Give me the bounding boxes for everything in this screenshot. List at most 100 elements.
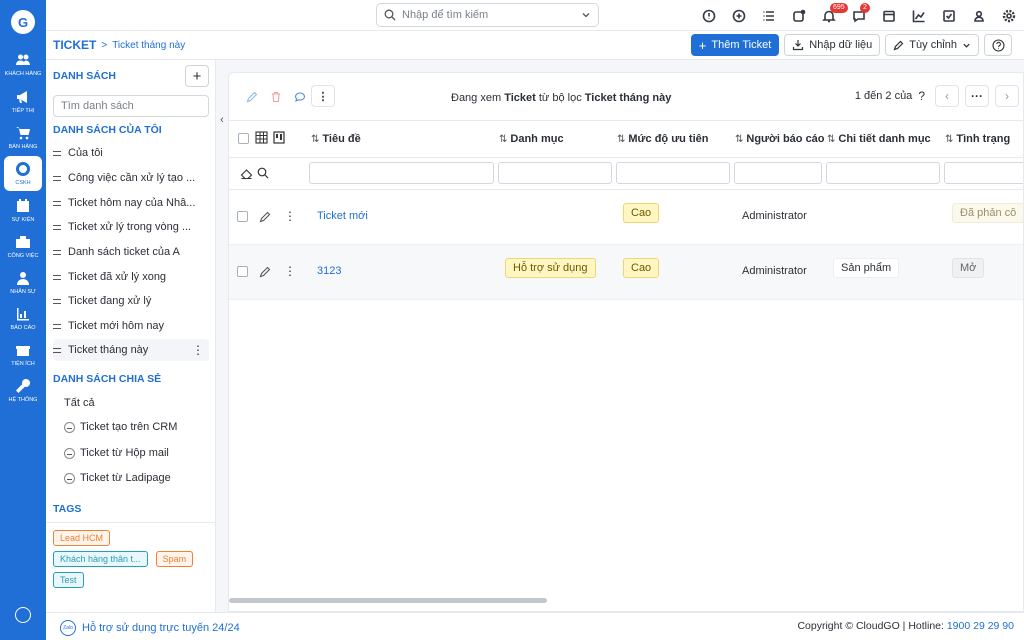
- global-search[interactable]: [376, 3, 599, 27]
- rail-item-he-thong[interactable]: Hệ thống: [0, 378, 46, 403]
- app-logo[interactable]: G: [11, 10, 35, 34]
- rail-item-su-kien[interactable]: Sự kiện: [0, 198, 46, 223]
- trend-icon[interactable]: [904, 0, 934, 31]
- user-icon[interactable]: [964, 0, 994, 31]
- status-badge: Mở: [952, 258, 985, 278]
- list-icon[interactable]: [754, 0, 784, 31]
- list-search-input[interactable]: [53, 95, 209, 117]
- column-priority[interactable]: ⇅ Mức độ ưu tiên: [617, 133, 708, 145]
- filter-detail-input[interactable]: [826, 162, 940, 184]
- select-all-checkbox[interactable]: [238, 133, 249, 144]
- search-icon[interactable]: [257, 167, 269, 179]
- table-row[interactable]: ⋮ Ticket mới Cao Administrator Đã phản c…: [229, 190, 1023, 245]
- my-list-item-active[interactable]: Ticket tháng này ⋮: [53, 339, 209, 361]
- rail-item-bao-cao[interactable]: Báo cáo: [0, 306, 46, 331]
- my-list-item[interactable]: Ticket xử lý trong vòng ...: [53, 216, 209, 238]
- comment-icon[interactable]: [288, 86, 312, 108]
- ticket-title-link[interactable]: Ticket mới: [317, 210, 368, 222]
- shared-list-all[interactable]: Tất cả: [64, 392, 95, 414]
- calendar-icon[interactable]: [874, 0, 904, 31]
- shared-list-item[interactable]: Ticket từ Ladipage: [64, 467, 171, 489]
- pencil-icon[interactable]: [259, 211, 271, 223]
- more-vertical-icon[interactable]: ⋮: [192, 343, 204, 357]
- view-info: Đang xem Ticket từ bộ lọc Ticket tháng n…: [451, 92, 672, 104]
- checkbox-icon[interactable]: [934, 0, 964, 31]
- list-section-title: DANH SÁCH: [53, 70, 116, 82]
- update-icon[interactable]: [784, 0, 814, 31]
- more-pages-button[interactable]: ···: [965, 85, 989, 107]
- column-category-detail[interactable]: ⇅ Chi tiết danh mục: [827, 133, 931, 145]
- shared-list-item[interactable]: Ticket tạo trên CRM: [64, 416, 177, 438]
- tag-chip[interactable]: Lead HCM: [53, 530, 111, 546]
- row-checkbox[interactable]: [237, 211, 248, 222]
- collapse-panel-icon[interactable]: ‹: [216, 108, 228, 132]
- hotline-link[interactable]: 1900 29 29 90: [947, 620, 1014, 632]
- gear-icon[interactable]: [994, 0, 1024, 31]
- chat-icon[interactable]: 2: [844, 0, 874, 31]
- import-data-button[interactable]: Nhập dữ liệu: [784, 34, 881, 56]
- rail-item-tiep-thi[interactable]: Tiếp thị: [0, 89, 46, 114]
- more-actions-button[interactable]: ⋮: [311, 85, 335, 107]
- breadcrumb: TICKET > Ticket tháng này: [53, 38, 185, 52]
- column-category[interactable]: ⇅ Danh mục: [499, 133, 564, 145]
- add-ticket-button[interactable]: + Thêm Ticket: [690, 34, 780, 56]
- bell-icon[interactable]: 695: [814, 0, 848, 31]
- my-list-item[interactable]: Ticket hôm nay của Nhâ...: [53, 192, 209, 214]
- rail-item-cong-viec[interactable]: Công việc: [0, 234, 46, 259]
- my-list-item[interactable]: Của tôi: [53, 142, 209, 164]
- my-list-item[interactable]: Ticket mới hôm nay: [53, 315, 209, 337]
- box-icon: [16, 346, 30, 356]
- rail-item-cskh[interactable]: CSKH: [4, 156, 42, 191]
- chevron-down-icon[interactable]: [581, 10, 591, 20]
- my-list-item[interactable]: Công việc cần xử lý tạo ...: [53, 167, 209, 189]
- edit-icon[interactable]: [240, 86, 264, 108]
- horizontal-scrollbar[interactable]: [229, 598, 547, 603]
- more-vertical-icon[interactable]: ⋮: [284, 264, 296, 278]
- column-status[interactable]: ⇅ Tình trạng: [945, 133, 1010, 145]
- ticket-title-link[interactable]: 3123: [317, 265, 341, 277]
- table-layout-icon[interactable]: [255, 131, 268, 144]
- eraser-icon[interactable]: [240, 168, 253, 180]
- my-list-item[interactable]: Danh sách ticket của A: [53, 241, 209, 263]
- my-list-item[interactable]: Ticket đang xử lý: [53, 290, 209, 312]
- column-toggle-icon[interactable]: [273, 131, 285, 144]
- trash-icon[interactable]: [264, 86, 288, 108]
- next-page-button[interactable]: ›: [995, 85, 1019, 107]
- rail-item-tien-ich[interactable]: Tiện ích: [0, 342, 46, 367]
- row-checkbox[interactable]: [237, 266, 248, 277]
- filter-status-input[interactable]: [944, 162, 1023, 184]
- breadcrumb-view[interactable]: Ticket tháng này: [112, 40, 185, 51]
- filter-reporter-input[interactable]: [734, 162, 822, 184]
- filter-title-input[interactable]: [309, 162, 494, 184]
- alert-icon[interactable]: [694, 0, 724, 31]
- add-list-button[interactable]: +: [185, 65, 209, 87]
- help-icon[interactable]: [15, 607, 31, 623]
- rail-item-nhan-su[interactable]: Nhân sự: [0, 270, 46, 295]
- pencil-icon[interactable]: [259, 266, 271, 278]
- total-unknown[interactable]: ?: [918, 89, 925, 103]
- help-button[interactable]: [984, 34, 1012, 56]
- customize-button[interactable]: Tùy chỉnh: [885, 34, 979, 56]
- column-title[interactable]: ⇅ Tiêu đề: [311, 133, 361, 145]
- add-circle-icon[interactable]: [724, 0, 754, 31]
- table-row[interactable]: ⋮ 3123 Hỗ trợ sử dụng Cao Administrator …: [229, 245, 1023, 300]
- tag-chip[interactable]: Khách hàng thân t...: [53, 551, 148, 567]
- more-vertical-icon[interactable]: ⋮: [284, 209, 296, 223]
- prev-page-button[interactable]: ‹: [935, 85, 959, 107]
- shared-list-item[interactable]: Ticket từ Hộp mail: [64, 442, 169, 464]
- plus-icon: +: [698, 37, 707, 53]
- tag-chip[interactable]: Test: [53, 572, 84, 588]
- tag-chip[interactable]: Spam: [155, 551, 194, 567]
- list-icon: [53, 224, 61, 230]
- rail-item-ban-hang[interactable]: Bán hàng: [0, 125, 46, 150]
- search-icon: [384, 9, 396, 21]
- online-support-link[interactable]: Zalo Hỗ trợ sử dụng trực tuyến 24/24: [60, 620, 240, 636]
- rail-item-khach-hang[interactable]: Khách hàng: [0, 52, 46, 77]
- global-search-input[interactable]: [402, 9, 575, 21]
- breadcrumb-module[interactable]: TICKET: [53, 38, 96, 52]
- filter-category-input[interactable]: [498, 162, 612, 184]
- filter-priority-input[interactable]: [616, 162, 730, 184]
- list-icon: [53, 274, 61, 280]
- column-reporter[interactable]: ⇅ Người báo cáo: [735, 133, 825, 145]
- my-list-item[interactable]: Ticket đã xử lý xong: [53, 266, 209, 288]
